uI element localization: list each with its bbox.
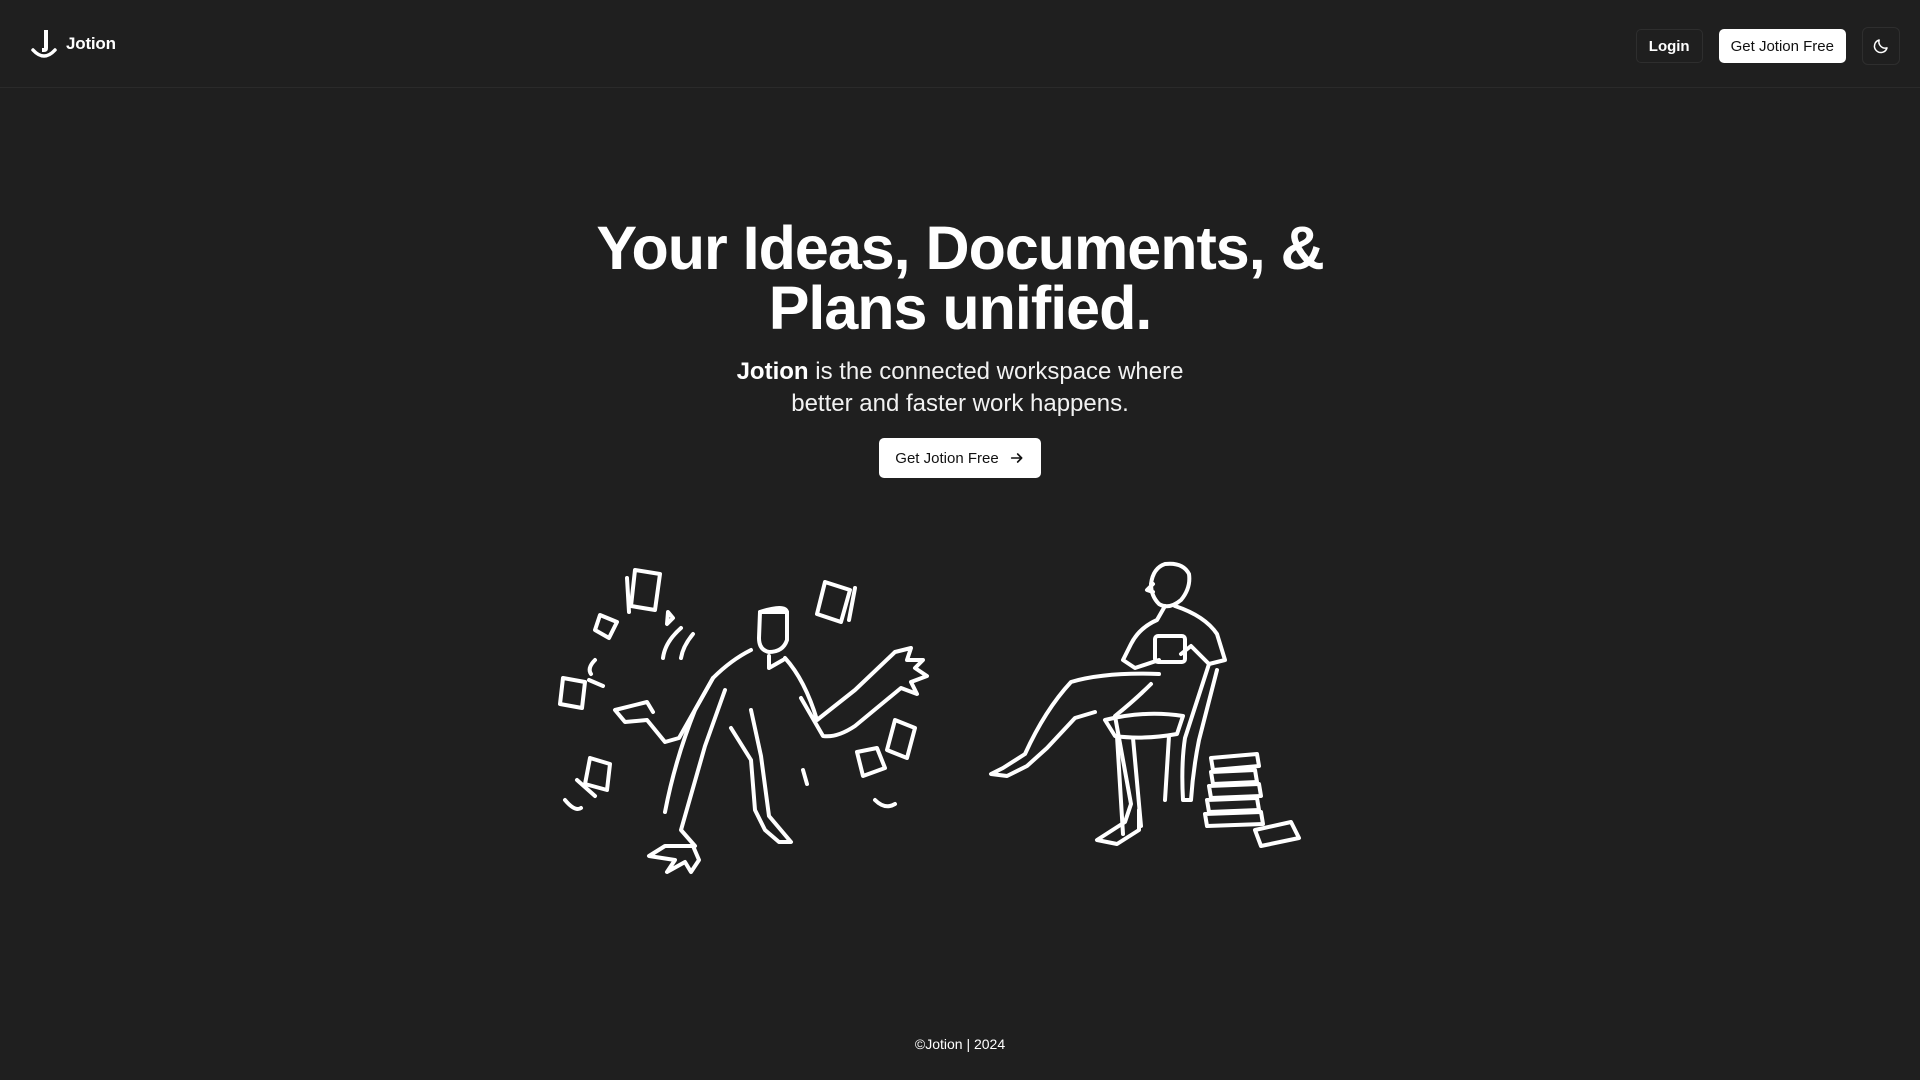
theme-toggle-button[interactable]: [1862, 27, 1900, 65]
subtitle-line-1: is the connected workspace where: [808, 358, 1184, 385]
get-jotion-free-button[interactable]: Get Jotion Free: [1718, 29, 1846, 63]
jotion-logo-icon: [31, 30, 57, 58]
moon-icon: [1873, 39, 1888, 54]
headline-line-2: Plans unified.: [768, 274, 1153, 342]
nav-actions: Login Get Jotion Free: [1635, 27, 1900, 65]
footer-copyright: ©Jotion | 2024: [914, 1036, 1006, 1052]
hero-illustrations: [555, 560, 1315, 880]
arrow-right-icon: [1010, 453, 1023, 463]
login-button[interactable]: Login: [1635, 29, 1703, 63]
reading-person-illustration: [989, 561, 1301, 848]
brand-logo[interactable]: Jotion: [30, 28, 116, 60]
footer: ©Jotion | 2024: [0, 1036, 1920, 1052]
hero-section: Your Ideas, Documents, & Plans unified. …: [0, 218, 1920, 478]
hero-subtitle: Jotion is the connected workspace where …: [0, 356, 1920, 420]
hero-cta-button[interactable]: Get Jotion Free: [879, 438, 1041, 478]
cta-label: Get Jotion Free: [895, 449, 999, 467]
juggling-person-illustration: [558, 568, 929, 874]
hero-headline: Your Ideas, Documents, & Plans unified.: [0, 218, 1920, 339]
brand-name: Jotion: [66, 34, 116, 53]
subtitle-line-2: better and faster work happens.: [791, 390, 1129, 417]
subtitle-brand: Jotion: [736, 358, 809, 385]
headline-line-1: Your Ideas, Documents, &: [596, 214, 1324, 282]
navbar: Jotion Login Get Jotion Free: [0, 0, 1920, 88]
